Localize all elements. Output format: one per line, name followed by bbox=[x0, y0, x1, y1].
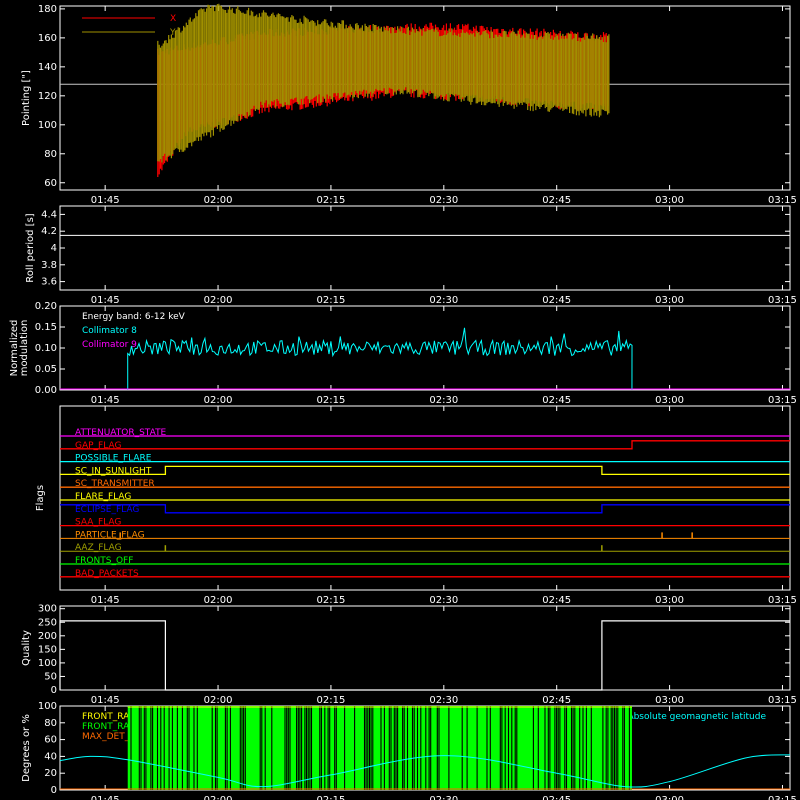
y-tick-label: 60 bbox=[44, 735, 57, 746]
y-tick-label: 4.2 bbox=[41, 226, 57, 237]
y-tick-label: 120 bbox=[38, 91, 57, 102]
time-tick-label: 03:15 bbox=[768, 295, 797, 306]
time-tick-label: 02:30 bbox=[429, 595, 458, 606]
time-tick-label: 02:30 bbox=[429, 795, 458, 800]
time-tick-label: 02:15 bbox=[317, 795, 346, 800]
time-tick-label: 02:30 bbox=[429, 195, 458, 206]
time-tick-label: 02:15 bbox=[317, 695, 346, 706]
y-tick-label: 100 bbox=[38, 658, 57, 669]
y-tick-label: 180 bbox=[38, 4, 57, 15]
y-tick-label: 0.20 bbox=[35, 301, 57, 312]
y-tick-label: 200 bbox=[38, 631, 57, 642]
time-tick-label: 02:30 bbox=[429, 695, 458, 706]
time-tick-label: 02:00 bbox=[204, 595, 233, 606]
time-tick-label: 02:00 bbox=[204, 295, 233, 306]
time-tick-label: 02:00 bbox=[204, 195, 233, 206]
time-tick-label: 02:00 bbox=[204, 395, 233, 406]
time-tick-label: 01:45 bbox=[91, 695, 120, 706]
time-tick-label: 02:30 bbox=[429, 395, 458, 406]
time-tick-label: 03:00 bbox=[655, 395, 684, 406]
roll-ylabel: Roll period [s] bbox=[25, 213, 36, 282]
y-tick-label: 50 bbox=[44, 671, 57, 682]
time-tick-label: 01:45 bbox=[91, 295, 120, 306]
time-tick-label: 03:00 bbox=[655, 595, 684, 606]
y-tick-label: 80 bbox=[44, 149, 57, 160]
geomagnetic-latitude-label: Absolute geomagnetic latitude bbox=[627, 712, 766, 722]
time-tick-label: 02:15 bbox=[317, 295, 346, 306]
time-tick-label: 01:45 bbox=[91, 395, 120, 406]
y-tick-label: 0 bbox=[51, 785, 57, 796]
energy-band-label: Energy band: 6-12 keV bbox=[82, 312, 186, 322]
y-tick-label: 300 bbox=[38, 604, 57, 615]
y-tick-label: 100 bbox=[38, 701, 57, 712]
time-tick-label: 03:00 bbox=[655, 695, 684, 706]
y-tick-label: 0.10 bbox=[35, 343, 57, 354]
y-tick-label: 3.6 bbox=[41, 277, 57, 288]
y-tick-label: 0.15 bbox=[35, 322, 57, 333]
time-tick-label: 02:15 bbox=[317, 195, 346, 206]
y-tick-label: 4 bbox=[51, 243, 57, 254]
flags-ylabel: Flags bbox=[35, 485, 46, 511]
time-tick-label: 01:45 bbox=[91, 195, 120, 206]
collimator-9-label: Collimator 9 bbox=[82, 340, 137, 350]
pointing-ylabel: Pointing ["] bbox=[21, 70, 32, 126]
ratio-ylabel: Degrees or % bbox=[21, 714, 32, 782]
quality-ylabel: Quality bbox=[21, 630, 32, 666]
y-tick-label: 0 bbox=[51, 685, 57, 696]
time-tick-label: 02:45 bbox=[542, 395, 571, 406]
y-tick-label: 60 bbox=[44, 178, 57, 189]
y-tick-label: 160 bbox=[38, 33, 57, 44]
time-tick-label: 03:00 bbox=[655, 795, 684, 800]
y-tick-label: 20 bbox=[44, 768, 57, 779]
legend-x-label: X bbox=[170, 14, 176, 24]
y-tick-label: 100 bbox=[38, 120, 57, 131]
time-tick-label: 02:45 bbox=[542, 695, 571, 706]
quicklook-figure: Pointing ["] Roll period [s] Normalized … bbox=[0, 0, 800, 800]
time-tick-label: 02:45 bbox=[542, 195, 571, 206]
time-tick-label: 02:00 bbox=[204, 695, 233, 706]
time-tick-label: 03:15 bbox=[768, 195, 797, 206]
time-tick-label: 03:15 bbox=[768, 695, 797, 706]
time-tick-label: 02:30 bbox=[429, 295, 458, 306]
modulation-ylabel-2: modulation bbox=[19, 320, 30, 377]
time-tick-label: 03:15 bbox=[768, 395, 797, 406]
time-tick-label: 03:00 bbox=[655, 195, 684, 206]
time-tick-label: 02:45 bbox=[542, 295, 571, 306]
time-tick-label: 03:15 bbox=[768, 795, 797, 800]
y-tick-label: 140 bbox=[38, 62, 57, 73]
time-tick-label: 03:00 bbox=[655, 295, 684, 306]
time-tick-label: 02:00 bbox=[204, 795, 233, 800]
y-tick-label: 0.05 bbox=[35, 364, 57, 375]
y-tick-label: 40 bbox=[44, 751, 57, 762]
time-tick-label: 02:15 bbox=[317, 395, 346, 406]
y-tick-label: 80 bbox=[44, 718, 57, 729]
y-tick-label: 250 bbox=[38, 617, 57, 628]
time-tick-label: 02:45 bbox=[542, 795, 571, 800]
time-tick-label: 02:45 bbox=[542, 595, 571, 606]
time-tick-label: 03:15 bbox=[768, 595, 797, 606]
y-tick-label: 0.00 bbox=[35, 385, 57, 396]
time-tick-label: 02:15 bbox=[317, 595, 346, 606]
time-tick-label: 01:45 bbox=[91, 795, 120, 800]
flag-label: ECLIPSE_FLAG bbox=[75, 505, 139, 515]
y-tick-label: 4.4 bbox=[41, 209, 57, 220]
y-tick-label: 150 bbox=[38, 644, 57, 655]
y-tick-label: 3.8 bbox=[41, 260, 57, 271]
collimator-8-label: Collimator 8 bbox=[82, 326, 137, 336]
time-tick-label: 01:45 bbox=[91, 595, 120, 606]
